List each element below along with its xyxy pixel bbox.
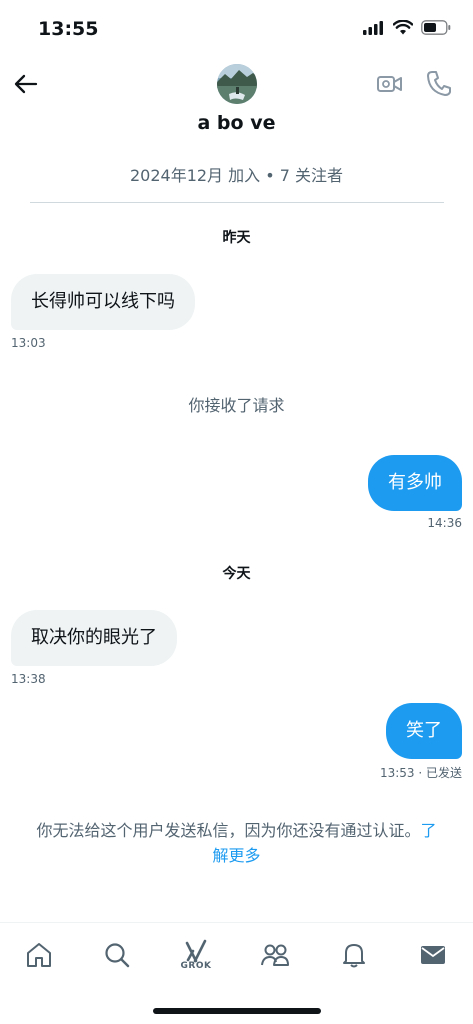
learn-more-link-part1[interactable]: 了: [421, 821, 437, 840]
phone-icon: [427, 71, 451, 96]
voice-call-button[interactable]: [425, 68, 453, 98]
messages-icon: [421, 946, 445, 964]
wifi-icon: [393, 20, 413, 35]
verification-notice: 你无法给这个用户发送私信，因为你还没有通过认证。了 解更多: [0, 818, 473, 868]
avatar[interactable]: [217, 64, 257, 104]
user-display-name[interactable]: a bo ve: [0, 112, 473, 134]
message-bubble-received[interactable]: 取决你的眼光了: [11, 610, 177, 666]
message-status-timestamp: 13:53 · 已发送: [379, 766, 462, 780]
battery-icon: [421, 20, 451, 35]
notice-line-1: 你无法给这个用户发送私信，因为你还没有通过认证。了: [0, 818, 473, 843]
video-camera-icon: [377, 76, 402, 92]
tab-messages[interactable]: [413, 935, 453, 975]
learn-more-link[interactable]: 解更多: [0, 843, 473, 868]
cellular-signal-icon: [363, 20, 383, 35]
tab-communities[interactable]: [255, 935, 295, 975]
message-timestamp: 14:36: [427, 516, 462, 530]
message-bubble-sent[interactable]: 笑了: [386, 703, 462, 759]
notice-text: 你无法给这个用户发送私信，因为你还没有通过认证。: [36, 821, 421, 840]
day-separator-yesterday: 昨天: [222, 230, 251, 246]
message-timestamp: 13:03: [11, 336, 46, 350]
message-bubble-received[interactable]: 长得帅可以线下吗: [11, 274, 195, 330]
tab-search[interactable]: [97, 935, 137, 975]
grok-label: GROK: [180, 961, 212, 971]
join-info: 2024年12月 加入 • 7 关注者: [129, 166, 344, 185]
status-time: 13:55: [38, 18, 99, 40]
message-timestamp: 13:38: [11, 672, 46, 686]
home-icon: [27, 943, 51, 967]
system-message: 你接收了请求: [188, 396, 285, 415]
notifications-icon: [343, 944, 365, 968]
avatar-landscape-image: [217, 64, 257, 104]
message-bubble-sent[interactable]: 有多帅: [368, 455, 462, 511]
bottom-tab-bar: GROK: [0, 922, 473, 983]
tab-home[interactable]: [19, 935, 59, 975]
video-call-button[interactable]: [376, 70, 404, 98]
search-icon: [105, 943, 130, 968]
communities-icon: [261, 944, 289, 966]
grok-icon: [185, 939, 207, 963]
tab-grok[interactable]: GROK: [176, 935, 216, 975]
arrow-left-icon: [14, 74, 38, 94]
header-divider: [30, 202, 444, 203]
status-icons: [363, 20, 451, 35]
back-button[interactable]: [12, 70, 40, 98]
dm-conversation-screen: 13:55 a bo ve 2024年12月 加入 • 7 关注者 昨天 长得帅…: [0, 0, 473, 1024]
home-indicator: [153, 1008, 321, 1014]
tab-notifications[interactable]: [334, 935, 374, 975]
day-separator-today: 今天: [222, 566, 251, 582]
